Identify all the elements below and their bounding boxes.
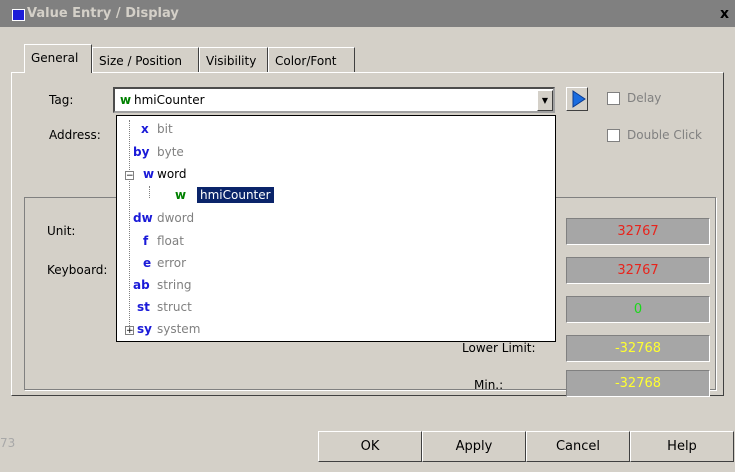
tab-visibility[interactable]: Visibility (199, 47, 268, 72)
collapse-icon[interactable]: − (125, 171, 134, 181)
address-label: Address: (49, 128, 101, 142)
tree-item-label: float (157, 234, 184, 248)
tree-item-label: error (157, 256, 187, 270)
type-prefix: dw (133, 211, 153, 225)
tag-value: hmiCounter (134, 93, 205, 107)
window-title: Value Entry / Display (27, 6, 179, 21)
expand-icon[interactable]: + (125, 326, 134, 336)
close-icon[interactable]: x (720, 6, 729, 22)
tree-item-label: word (157, 167, 187, 181)
tree-item-label: bit (157, 122, 173, 136)
type-prefix: w (175, 188, 187, 202)
type-prefix: ab (133, 278, 150, 292)
lower-limit-label: Lower Limit: (462, 341, 536, 355)
type-prefix: f (143, 234, 149, 248)
min-label: Min.: (474, 378, 504, 392)
tree-item-label: struct (157, 300, 192, 314)
window-icon (12, 9, 25, 21)
tag-combobox[interactable]: w hmiCounter (113, 87, 555, 113)
tab-color-font[interactable]: Color/Font (268, 47, 355, 72)
tab-label: Color/Font (275, 54, 337, 68)
apply-button[interactable]: Apply (422, 431, 526, 462)
type-prefix: by (133, 145, 150, 159)
tag-label: Tag: (49, 93, 74, 107)
double-click-checkbox[interactable] (607, 129, 620, 142)
double-click-label: Double Click (627, 128, 702, 142)
tab-label: Visibility (206, 54, 257, 68)
tab-size-position[interactable]: Size / Position (92, 47, 199, 72)
keyboard-label: Keyboard: (47, 263, 108, 277)
status-text: 73 (0, 436, 16, 450)
tab-label: Size / Position (99, 54, 183, 68)
help-button[interactable]: Help (630, 431, 734, 462)
type-prefix: w (143, 167, 155, 181)
browse-tag-button[interactable] (566, 87, 588, 111)
type-prefix: x (141, 122, 149, 136)
tab-label: General (31, 51, 79, 65)
lower-limit-value: -32768 (566, 335, 710, 362)
chevron-down-icon[interactable]: ▼ (537, 90, 553, 111)
tree-connector (129, 120, 130, 328)
delay-checkbox[interactable] (607, 92, 620, 105)
type-prefix: sy (137, 322, 152, 336)
tree-item-label: system (157, 322, 201, 336)
tag-dropdown-list[interactable]: x bit by byte − w word w hmiCounter dw d… (116, 115, 556, 342)
tree-item-label-selected: hmiCounter (197, 187, 274, 203)
tab-general[interactable]: General (24, 44, 92, 73)
tag-type-prefix: w (120, 93, 132, 107)
ok-button[interactable]: OK (318, 431, 422, 462)
delay-label: Delay (627, 91, 662, 105)
min-value: -32768 (566, 370, 710, 397)
type-prefix: e (143, 256, 152, 270)
tree-item-label: dword (157, 211, 195, 225)
value-display-2: 32767 (566, 257, 710, 284)
cancel-button[interactable]: Cancel (526, 431, 630, 462)
value-display-1: 32767 (566, 218, 710, 245)
play-arrow-icon (572, 90, 586, 108)
tree-item-label: byte (157, 145, 184, 159)
value-display-3: 0 (566, 296, 710, 323)
tree-connector (149, 186, 150, 198)
unit-label: Unit: (47, 224, 76, 238)
tree-item-label: string (157, 278, 192, 292)
type-prefix: st (137, 300, 150, 314)
